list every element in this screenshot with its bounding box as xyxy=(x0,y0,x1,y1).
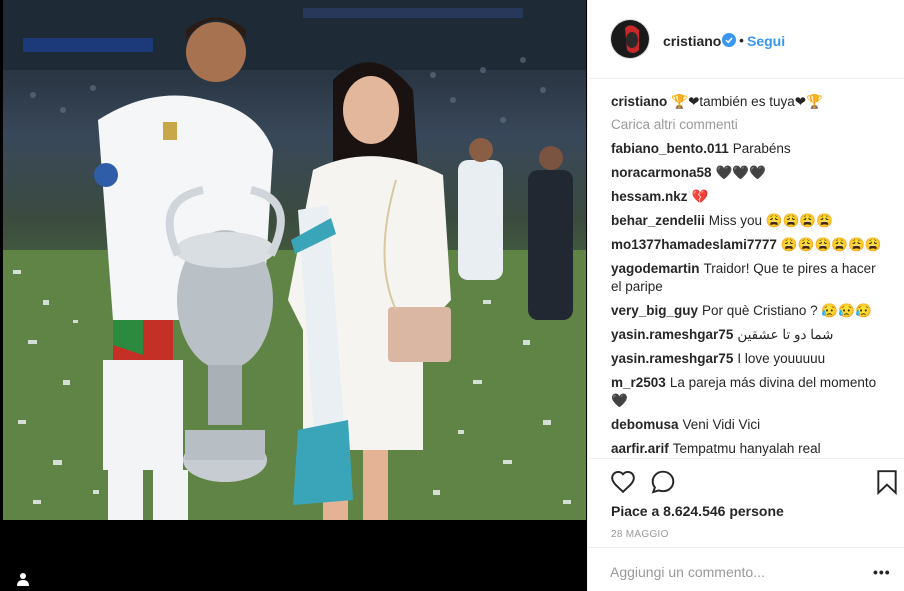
comment-username[interactable]: debomusa xyxy=(611,417,679,432)
comment-item: yasin.rameshgar75 I love youuuuu xyxy=(611,350,883,368)
comment-username[interactable]: noracarmona58 xyxy=(611,165,712,180)
post-sidebar: cristiano • Segui cristiano 🏆❤también es … xyxy=(587,0,904,591)
comment-text: Miss you 😩😩😩😩 xyxy=(708,213,834,228)
comment-item: behar_zendelii Miss you 😩😩😩😩 xyxy=(611,212,883,230)
comment-text: Por què Cristiano ? 😥😥😥 xyxy=(702,303,872,318)
photo-bottom-bar xyxy=(0,520,587,591)
post-media[interactable] xyxy=(0,0,587,591)
comment-username[interactable]: m_r2503 xyxy=(611,375,666,390)
comment-text: Tempatmu hanyalah real xyxy=(672,441,821,456)
comments-list[interactable]: cristiano 🏆❤también es tuya❤🏆 Carica altr… xyxy=(588,79,904,458)
comment-text: I love youuuuu xyxy=(737,351,826,366)
comment-username[interactable]: yagodemartin xyxy=(611,261,700,276)
post-header: cristiano • Segui xyxy=(588,0,904,79)
follow-button[interactable]: Segui xyxy=(747,33,785,49)
comment-item: aarfir.arif Tempatmu hanyalah real xyxy=(611,440,883,458)
caption-text: 🏆❤también es tuya❤🏆 xyxy=(671,94,823,109)
comment-item: debomusa Veni Vidi Vici xyxy=(611,416,883,434)
comment-username[interactable]: fabiano_bento.011 xyxy=(611,141,729,156)
comment-text: 🖤🖤🖤 xyxy=(715,165,766,180)
separator-dot: • xyxy=(739,32,744,48)
comment-item: yagodemartin Traidor! Que te pires a hace… xyxy=(611,260,883,296)
user-tag-icon[interactable] xyxy=(16,572,30,586)
comment-text: Parabéns xyxy=(732,141,791,156)
comment-text: شما دو تا عشقین xyxy=(737,327,834,342)
comment-username[interactable]: aarfir.arif xyxy=(611,441,669,456)
comment-username[interactable]: behar_zendelii xyxy=(611,213,705,228)
more-options-button[interactable]: ••• xyxy=(873,564,891,580)
comment-text: 😩😩😩😩😩😩 xyxy=(780,237,882,252)
load-more-comments-link[interactable]: Carica altri commenti xyxy=(611,117,883,132)
comment-item: m_r2503 La pareja más divina del momento … xyxy=(611,374,883,410)
caption-username[interactable]: cristiano xyxy=(611,94,667,109)
comment-username[interactable]: very_big_guy xyxy=(611,303,698,318)
comment-item: mo1377hamadeslami7777 😩😩😩😩😩😩 xyxy=(611,236,883,254)
verified-badge-icon xyxy=(722,33,736,47)
comment-username[interactable]: yasin.rameshgar75 xyxy=(611,327,733,342)
avatar[interactable] xyxy=(610,19,650,59)
comment-username[interactable]: mo1377hamadeslami7777 xyxy=(611,237,777,252)
heart-icon[interactable] xyxy=(610,469,636,495)
comment-input[interactable] xyxy=(610,564,850,580)
post-date[interactable]: 28 MAGGIO xyxy=(611,529,669,540)
username-link[interactable]: cristiano xyxy=(663,33,721,49)
likes-count[interactable]: Piace a 8.624.546 persone xyxy=(611,503,784,519)
photo-illustration xyxy=(3,0,586,520)
comment-item: hessam.nkz 💔 xyxy=(611,188,883,206)
comment-item: very_big_guy Por què Cristiano ? 😥😥😥 xyxy=(611,302,883,320)
comment-text: Veni Vidi Vici xyxy=(682,417,761,432)
avatar-image xyxy=(611,20,649,58)
add-comment-bar: ••• xyxy=(588,547,904,591)
comment-item: noracarmona58 🖤🖤🖤 xyxy=(611,164,883,182)
caption: cristiano 🏆❤también es tuya❤🏆 xyxy=(611,93,883,111)
comment-item: fabiano_bento.011 Parabéns xyxy=(611,140,883,158)
comment-username[interactable]: yasin.rameshgar75 xyxy=(611,351,733,366)
comment-text: 💔 xyxy=(691,189,709,204)
post-photo[interactable] xyxy=(3,0,586,520)
comment-item: yasin.rameshgar75 شما دو تا عشقین xyxy=(611,326,883,344)
comment-bubble-icon[interactable] xyxy=(650,469,676,495)
comment-username[interactable]: hessam.nkz xyxy=(611,189,688,204)
bookmark-icon[interactable] xyxy=(874,469,900,495)
